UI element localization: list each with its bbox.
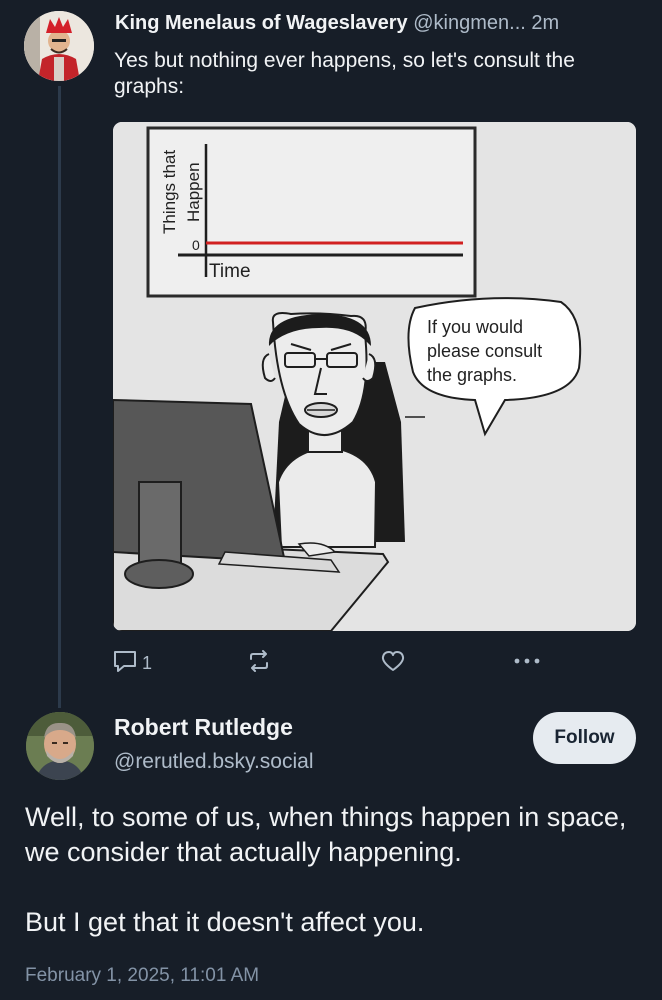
like-button[interactable] [380,648,406,678]
post2-body: Well, to some of us, when things happen … [25,800,635,940]
graph-y-label-2: Happen [184,162,203,222]
graph-zero-tick: 0 [192,237,200,253]
post2-timestamp: February 1, 2025, 11:01 AM [25,965,260,986]
graph-x-label: Time [209,261,251,282]
post1-handle[interactable]: @kingmen... [413,12,526,34]
avatar-king-image [24,11,94,81]
speech-line-1: If you would [427,317,523,337]
thread-line [58,86,61,708]
avatar[interactable] [24,11,94,81]
avatar[interactable] [26,712,94,780]
repost-icon [246,649,272,678]
post1-text: Yes but nothing ever happens, so let's c… [114,49,575,98]
comic-illustration: Things that Happen 0 Time If you would p… [113,122,636,631]
graph-y-label-1: Things that [160,150,179,234]
more-options-button[interactable] [512,648,542,678]
speech-line-2: please consult [427,341,542,361]
reply-count: 1 [142,652,153,673]
reply-button[interactable]: 1 [112,648,152,678]
post2-paragraph: Well, to some of us, when things happen … [25,802,627,867]
post1-time[interactable]: 2m [531,12,559,34]
avatar-robert-image [26,712,94,780]
post2-author-name[interactable]: Robert Rutledge [114,714,293,741]
post2-handle[interactable]: @rerutled.bsky.social [114,750,314,774]
reply-icon [112,649,138,678]
post2-paragraph: But I get that it doesn't affect you. [25,907,425,937]
heart-icon [380,649,406,678]
repost-button[interactable] [246,648,272,678]
post1-image[interactable]: Things that Happen 0 Time If you would p… [113,122,636,631]
speech-line-3: the graphs. [427,365,517,385]
follow-button[interactable]: Follow [533,712,636,764]
post1-author-name[interactable]: King Menelaus of Wageslavery [115,12,408,34]
more-icon [512,649,542,678]
post1-header: King Menelaus of Wageslavery @kingmen...… [115,12,559,35]
